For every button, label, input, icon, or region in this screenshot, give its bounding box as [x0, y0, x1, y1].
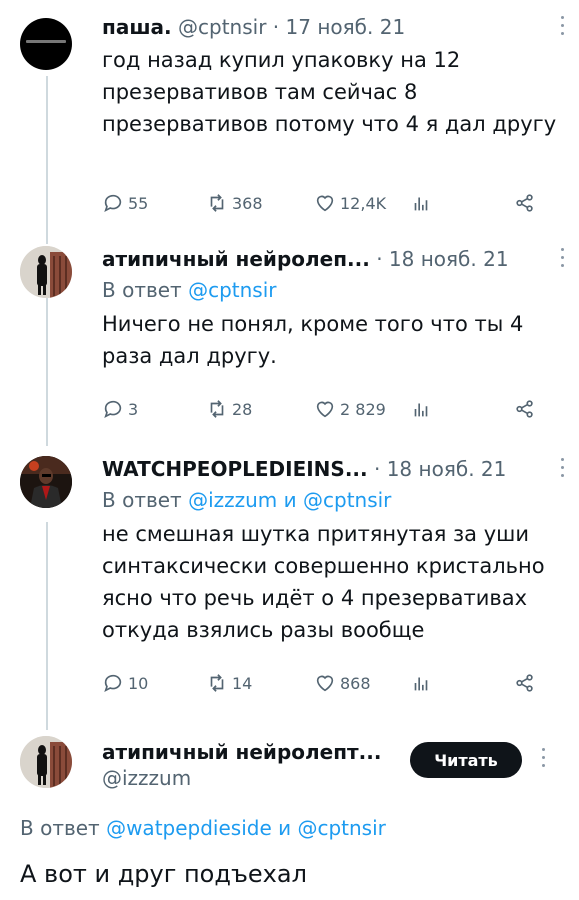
author-handle[interactable]: @cptnsir [178, 15, 266, 39]
share-button[interactable] [514, 398, 536, 420]
tweet-text: Ничего не понял, кроме того что ты 4 раз… [102, 312, 524, 368]
like-button[interactable]: 2 829 [314, 398, 386, 420]
tweet-actions: 10 14 868 [102, 672, 559, 698]
author-name[interactable]: WATCHPEOPLEDIEINS... [102, 457, 368, 481]
person-photo [20, 736, 72, 788]
views-icon [414, 197, 428, 211]
retweet-icon [210, 674, 224, 692]
reply-button[interactable]: 3 [102, 398, 138, 420]
like-icon [316, 195, 334, 212]
avatar[interactable] [20, 246, 72, 298]
views-button[interactable] [410, 398, 432, 420]
reply-context: В ответ @cptnsir [102, 278, 277, 302]
tweet-actions: 55 368 12,4K [102, 192, 559, 218]
views-icon [414, 677, 428, 691]
views-button[interactable] [410, 192, 432, 214]
share-button[interactable] [514, 672, 536, 694]
tweet-actions: 3 28 2 829 [102, 398, 559, 424]
thread-line [46, 522, 48, 730]
reply-count: 10 [128, 673, 149, 693]
tweet-date[interactable]: 18 нояб. 21 [389, 247, 509, 271]
tweet-text: год назад купил упаковку на 12 презерват… [102, 48, 557, 136]
avatar[interactable] [20, 456, 72, 508]
main-author[interactable]: атипичный нейролепт... @izzzum [102, 740, 381, 790]
tweet-date[interactable]: 18 нояб. 21 [387, 457, 507, 481]
tweet-header: атипичный нейролеп... · 18 нояб. 21 [102, 247, 509, 271]
retweet-count: 28 [232, 399, 253, 419]
retweet-icon [210, 400, 224, 418]
share-button[interactable] [514, 192, 536, 214]
reply-button[interactable]: 10 [102, 672, 148, 694]
retweet-count: 368 [232, 193, 263, 213]
tweet-header: паша. @cptnsir · 17 нояб. 21 [102, 15, 406, 39]
retweet-button[interactable]: 14 [206, 672, 252, 694]
retweet-button[interactable]: 368 [206, 192, 263, 214]
tweet[interactable]: WATCHPEOPLEDIEINS... · 18 нояб. 21 В отв… [102, 456, 564, 646]
tweet-text: А вот и друг подъехал [20, 860, 307, 888]
like-icon [316, 401, 334, 418]
tweet-text: не смешная шутка притянутая за уши синта… [102, 522, 545, 642]
views-icon [414, 403, 428, 417]
tweet[interactable]: паша. @cptnsir · 17 нояб. 21 год назад к… [102, 14, 564, 140]
avatar[interactable] [20, 736, 72, 788]
avatar[interactable] [20, 18, 72, 70]
tweet-header: WATCHPEOPLEDIEINS... · 18 нояб. 21 [102, 457, 507, 481]
thread-line [46, 298, 48, 446]
reply-to-link[interactable]: @watpepdieside и @cptnsir [106, 816, 386, 840]
views-button[interactable] [410, 672, 432, 694]
tweet-date[interactable]: 17 нояб. 21 [286, 15, 406, 39]
like-count: 2 829 [340, 399, 386, 419]
tweet[interactable]: атипичный нейролеп... · 18 нояб. 21 В от… [102, 246, 564, 372]
follow-button[interactable]: Читать [410, 742, 522, 778]
author-name[interactable]: атипичный нейролепт... [102, 740, 381, 764]
like-count: 868 [340, 673, 371, 693]
share-icon [516, 194, 533, 212]
more-icon[interactable] [542, 748, 548, 770]
author-name[interactable]: атипичный нейролеп... [102, 247, 370, 271]
person-photo [20, 456, 72, 508]
thread-line [46, 76, 48, 244]
like-count: 12,4K [340, 193, 387, 213]
share-icon [516, 400, 533, 418]
share-icon [516, 674, 533, 692]
more-icon[interactable] [561, 16, 567, 38]
more-icon[interactable] [561, 248, 567, 270]
retweet-count: 14 [232, 673, 253, 693]
reply-count: 3 [128, 399, 139, 419]
author-handle[interactable]: @izzzum [102, 766, 381, 790]
author-name[interactable]: паша. [102, 15, 172, 39]
like-button[interactable]: 868 [314, 672, 371, 694]
reply-button[interactable]: 55 [102, 192, 148, 214]
reply-context: В ответ @izzzum и @cptnsir [102, 488, 392, 512]
reply-context: В ответ @watpepdieside и @cptnsir [20, 816, 386, 840]
more-icon[interactable] [561, 458, 567, 480]
like-icon [316, 675, 334, 692]
person-photo [20, 246, 72, 298]
reply-count: 55 [128, 193, 149, 213]
retweet-icon [210, 194, 224, 212]
reply-icon [104, 194, 122, 212]
like-button[interactable]: 12,4K [314, 192, 386, 214]
reply-icon [104, 400, 122, 418]
reply-icon [104, 674, 122, 692]
retweet-button[interactable]: 28 [206, 398, 252, 420]
reply-to-link[interactable]: @izzzum и @cptnsir [188, 488, 391, 512]
reply-to-link[interactable]: @cptnsir [188, 278, 276, 302]
